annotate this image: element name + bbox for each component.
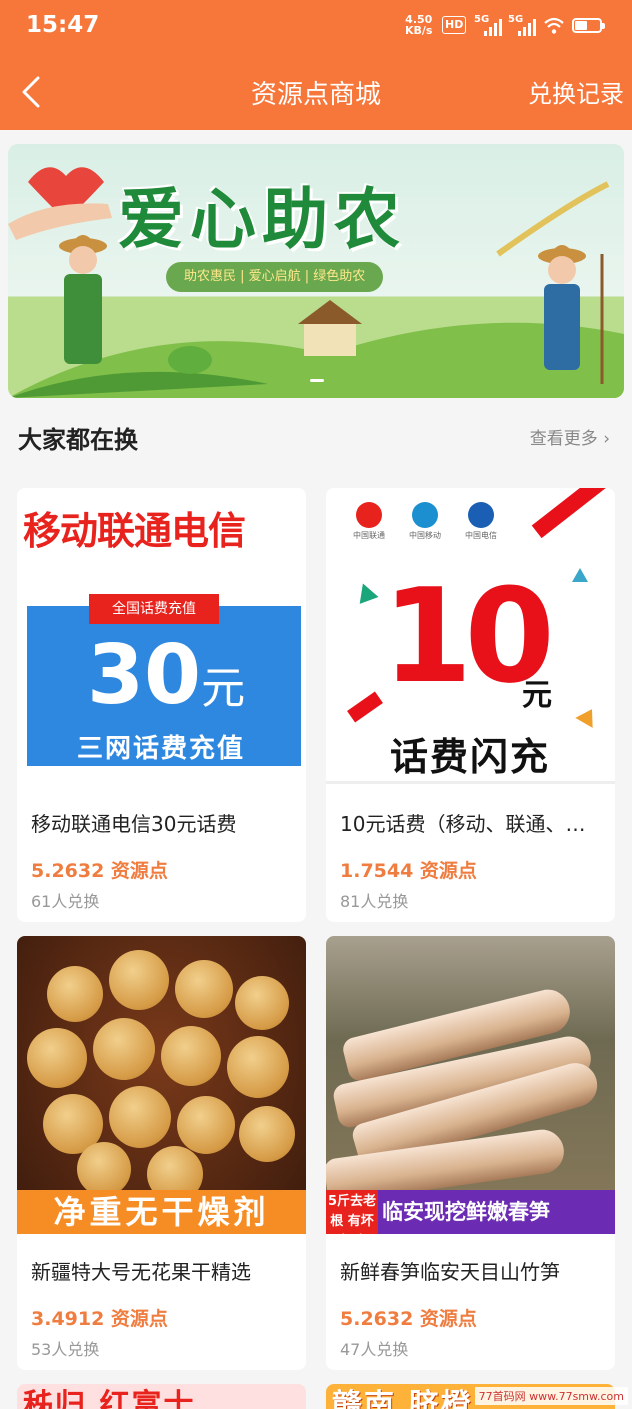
wifi-icon bbox=[544, 17, 564, 34]
product-name: 10元话费（移动、联通、电信） bbox=[340, 812, 602, 836]
watermark: 77首码网 www.77smw.com bbox=[474, 1387, 628, 1405]
product-image: 中国联通 中国移动 中国电信 10 元 话费闪充 bbox=[326, 488, 615, 786]
top-bar: 15:47 4.50 KB/s HD 5G 5G 资源点商城 兑换记录 bbox=[0, 0, 632, 130]
exchange-record-button[interactable]: 兑换记录 bbox=[528, 74, 624, 109]
status-bar: 15:47 4.50 KB/s HD 5G 5G bbox=[0, 0, 632, 56]
status-time: 15:47 bbox=[26, 12, 100, 38]
product-card[interactable]: 中国联通 中国移动 中国电信 10 元 话费闪充 10元话费（移动、联通、电信）… bbox=[326, 488, 615, 922]
promo-banner[interactable]: 爱心助农 助农惠民 | 爱心启航 | 绿色助农 bbox=[8, 144, 624, 398]
product-name: 移动联通电信30元话费 bbox=[31, 812, 237, 836]
banner-title: 爱心助农 bbox=[118, 181, 406, 258]
exchange-count: 61人兑换 bbox=[31, 892, 100, 911]
hd-icon: HD bbox=[442, 16, 467, 34]
exchange-count: 81人兑换 bbox=[340, 892, 409, 911]
product-price: 1.7544 资源点 bbox=[340, 860, 477, 882]
nav-bar: 资源点商城 兑换记录 bbox=[0, 56, 632, 130]
product-name: 新鲜春笋临安天目山竹笋 bbox=[340, 1260, 560, 1284]
banner-tagline: 助农惠民 | 爱心启航 | 绿色助农 bbox=[166, 262, 384, 292]
exchange-count: 47人兑换 bbox=[340, 1340, 409, 1359]
product-name: 新疆特大号无花果干精选 bbox=[31, 1260, 251, 1284]
signal-icon: 5G bbox=[508, 14, 536, 36]
battery-icon bbox=[572, 18, 605, 33]
product-price: 5.2632 资源点 bbox=[31, 860, 168, 882]
exchange-count: 53人兑换 bbox=[31, 1340, 100, 1359]
net-speed: 4.50 KB/s bbox=[405, 13, 433, 37]
product-image: 5斤去老根 有坏包赔 临安现挖鲜嫩春笋 bbox=[326, 936, 615, 1234]
product-card[interactable]: 秭归 红富士 bbox=[17, 1384, 306, 1409]
product-image: 净重无干燥剂 bbox=[17, 936, 306, 1234]
carrier-logos: 中国联通 中国移动 中国电信 bbox=[346, 502, 504, 541]
carousel-indicator bbox=[310, 379, 324, 382]
section-title: 大家都在换 bbox=[18, 426, 138, 454]
product-image: 移动联通电信 全国话费充值 30元 三网话费充值 bbox=[17, 488, 306, 786]
product-price: 3.4912 资源点 bbox=[31, 1308, 168, 1330]
product-price: 5.2632 资源点 bbox=[340, 1308, 477, 1330]
chevron-right-icon: › bbox=[603, 429, 610, 449]
product-card[interactable]: 净重无干燥剂 新疆特大号无花果干精选 3.4912 资源点 53人兑换 bbox=[17, 936, 306, 1370]
product-card[interactable]: 5斤去老根 有坏包赔 临安现挖鲜嫩春笋 新鲜春笋临安天目山竹笋 5.2632 资… bbox=[326, 936, 615, 1370]
signal-icon: 5G bbox=[474, 14, 502, 36]
product-card[interactable]: 移动联通电信 全国话费充值 30元 三网话费充值 移动联通电信30元话费 5.2… bbox=[17, 488, 306, 922]
view-more-link[interactable]: 查看更多 › bbox=[530, 424, 610, 449]
